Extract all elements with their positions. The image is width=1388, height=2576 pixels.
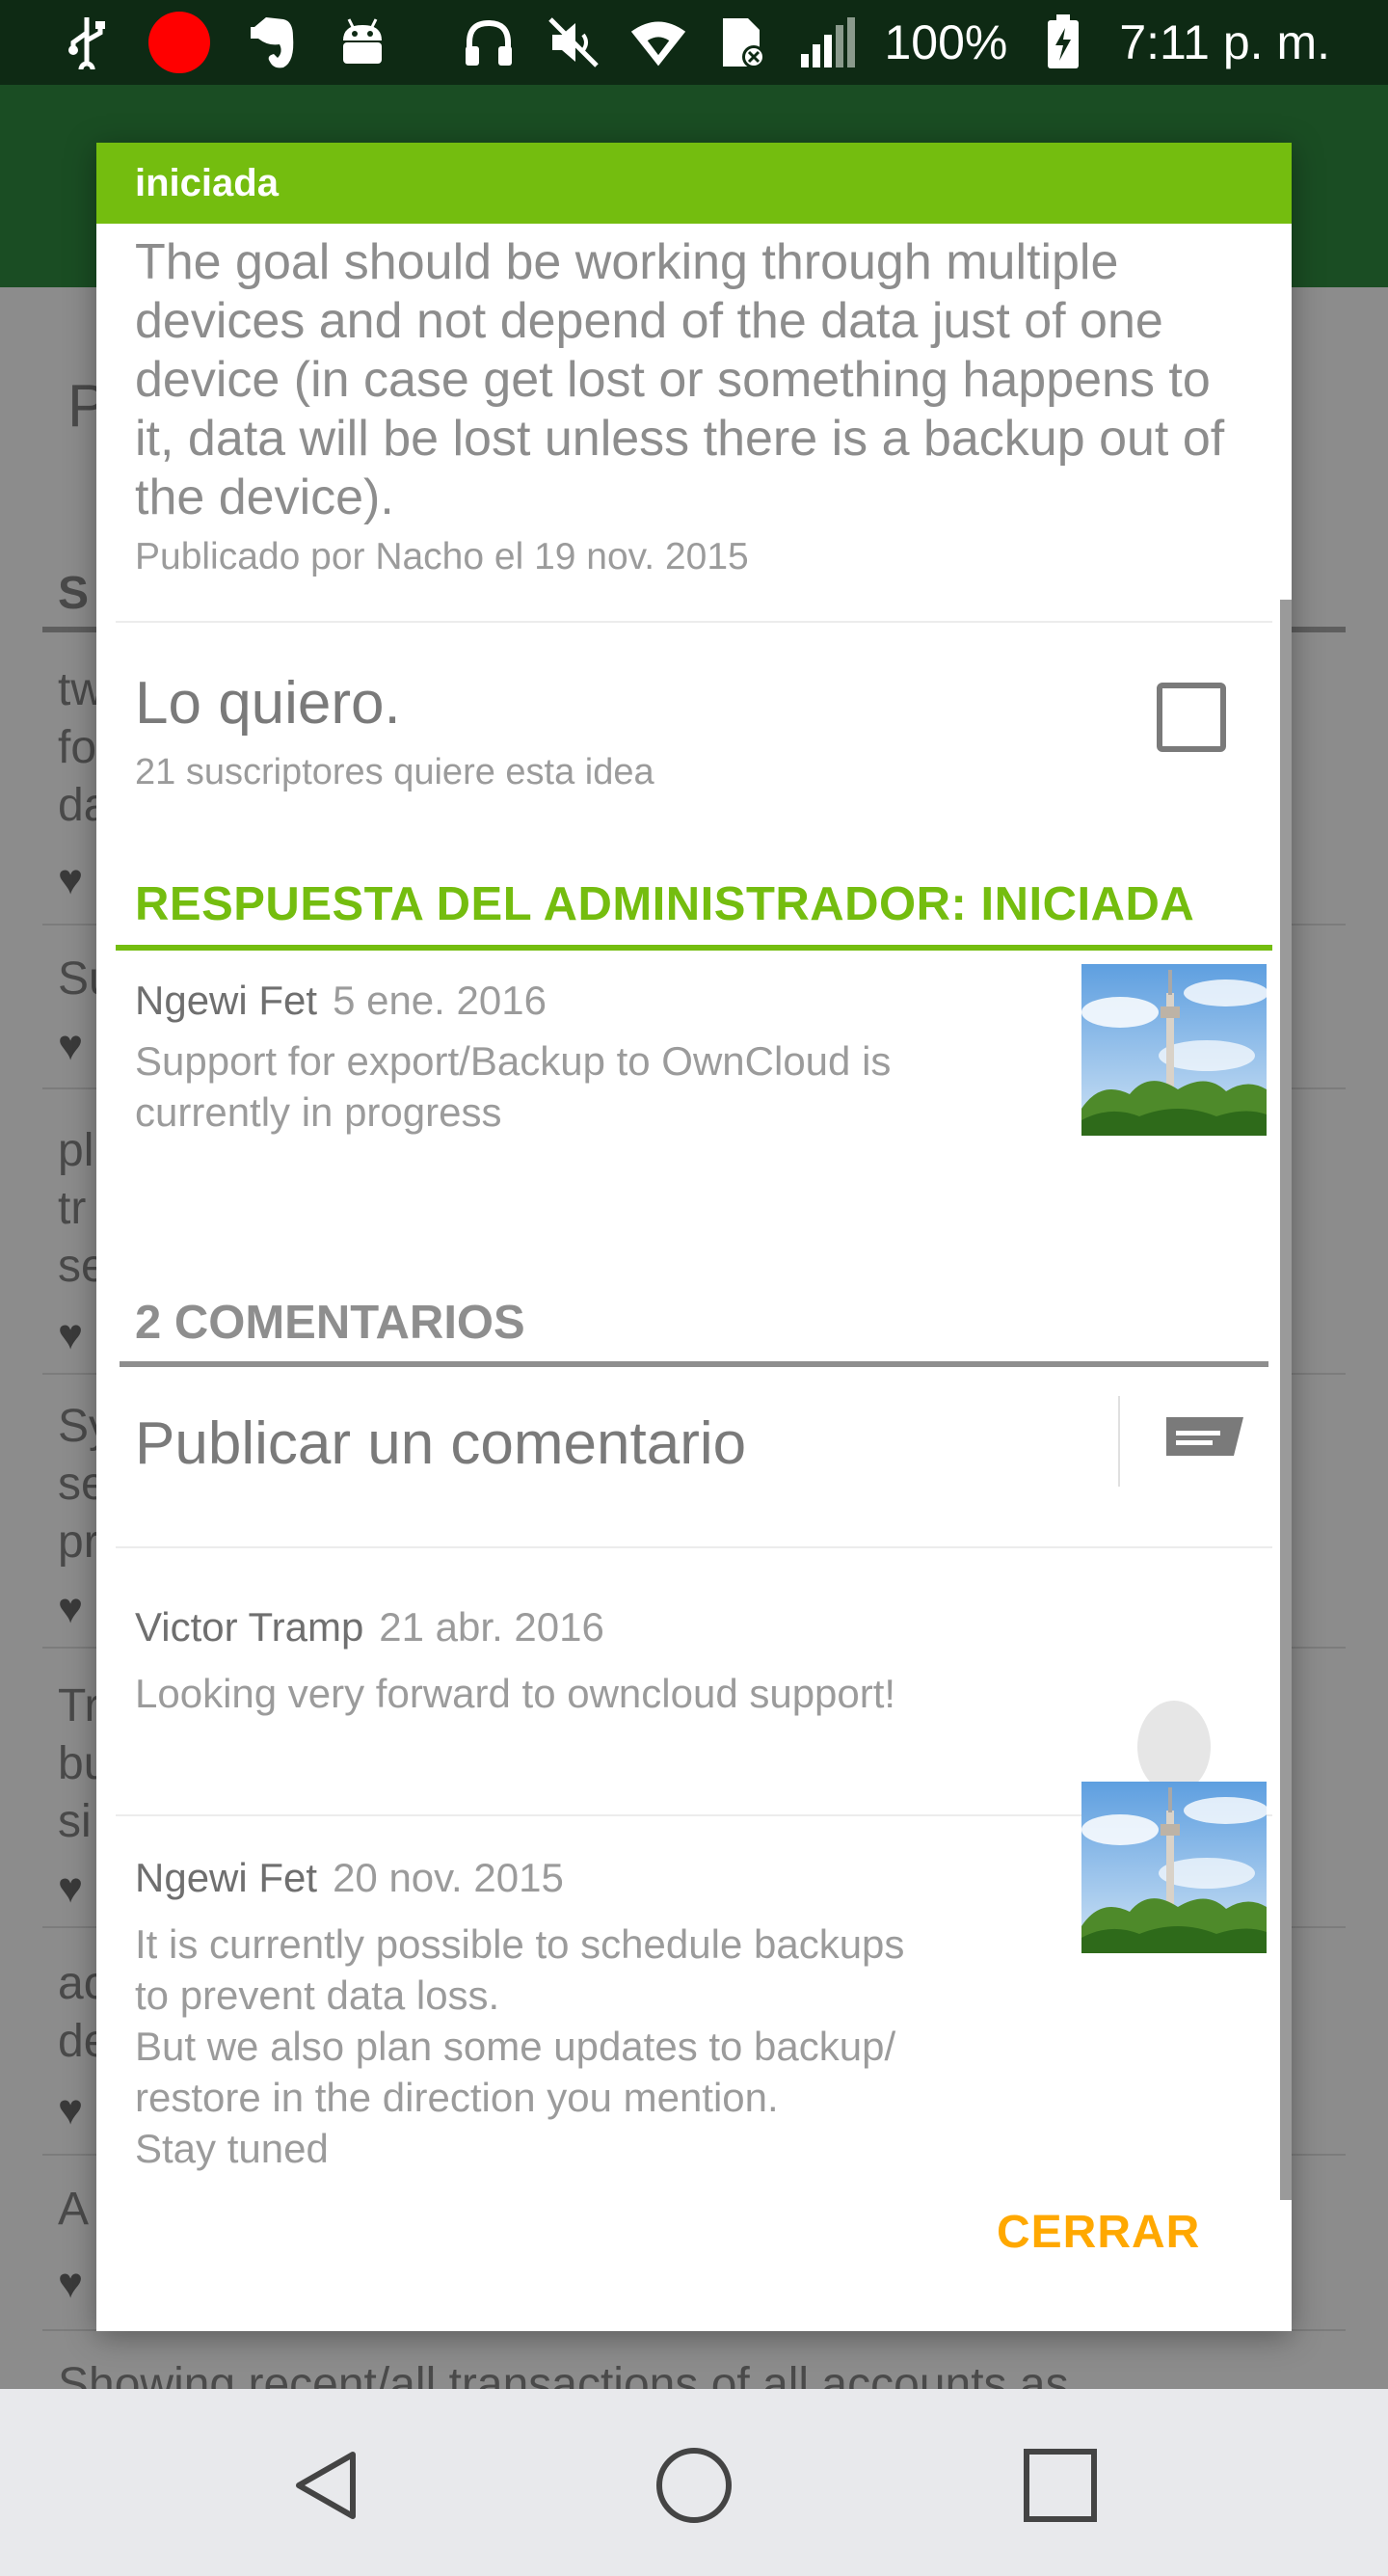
want-subtitle: 21 suscriptores quiere esta idea bbox=[135, 752, 654, 792]
comment-icon[interactable] bbox=[1166, 1417, 1243, 1465]
heart-icon: ♥ bbox=[58, 2086, 84, 2133]
wifi-icon bbox=[629, 13, 687, 71]
clock: 7:11 p. m. bbox=[1119, 15, 1330, 69]
heart-icon: ♥ bbox=[58, 1585, 84, 1632]
back-icon bbox=[296, 2452, 356, 2519]
record-icon bbox=[148, 12, 210, 73]
comment-line: Stay tuned bbox=[135, 2126, 329, 2171]
comment-date: 5 ene. 2016 bbox=[333, 978, 547, 1023]
dialog-scroll-area[interactable]: The goal should be working through multi… bbox=[96, 224, 1292, 2210]
home-button[interactable] bbox=[646, 2437, 742, 2534]
recents-button[interactable] bbox=[1012, 2437, 1108, 2534]
battery-charging-icon bbox=[1034, 13, 1092, 71]
signal-icon bbox=[799, 13, 857, 71]
comments-rule bbox=[120, 1361, 1268, 1367]
bg-letter: A bbox=[58, 2184, 90, 2235]
navigation-bar bbox=[0, 2389, 1388, 2576]
comments-heading: 2 COMENTARIOS bbox=[135, 1297, 525, 1349]
status-bar: 100% 7:11 p. m. bbox=[0, 0, 1388, 85]
heart-icon: ♥ bbox=[58, 1311, 84, 1358]
post-comment-row[interactable]: Publicar un comentario bbox=[116, 1377, 1272, 1512]
author-name: Ngewi Fet bbox=[135, 978, 318, 1023]
want-title: Lo quiero. bbox=[135, 670, 401, 737]
bg-letter: si bbox=[58, 1796, 92, 1847]
comment-body: It is currently possible to schedule bac… bbox=[135, 1919, 1041, 2174]
admin-response-body: Support for export/Backup to OwnCloud is… bbox=[135, 1038, 892, 1135]
admin-response-rule bbox=[116, 945, 1272, 951]
bg-letter: tr bbox=[58, 1183, 87, 1234]
author-name: Victor Tramp bbox=[135, 1604, 364, 1650]
bg-letter: Tr bbox=[58, 1680, 100, 1731]
comment-date: 20 nov. 2015 bbox=[333, 1855, 564, 1900]
mute-icon bbox=[545, 13, 602, 71]
notification-icons bbox=[58, 12, 391, 73]
bg-bottom-text: Showing recent/all transactions of all a… bbox=[58, 2359, 1069, 2389]
headphones-icon bbox=[460, 13, 518, 71]
want-checkbox[interactable] bbox=[1157, 683, 1226, 752]
bg-letter: pl bbox=[58, 1125, 94, 1176]
close-button[interactable]: CERRAR bbox=[997, 2206, 1200, 2259]
comment-line: to prevent data loss. bbox=[135, 1972, 500, 2018]
comment-line: Looking very forward to owncloud support… bbox=[135, 1671, 896, 1716]
heart-icon: ♥ bbox=[58, 1865, 84, 1912]
battery-text: 100% bbox=[884, 15, 1008, 69]
idea-dialog: iniciada The goal should be working thro… bbox=[96, 143, 1292, 2331]
usb-icon bbox=[58, 13, 116, 71]
bg-letter: fo bbox=[58, 722, 97, 773]
heart-icon: ♥ bbox=[58, 1022, 84, 1069]
home-icon bbox=[656, 2448, 732, 2523]
system-icons: 100% 7:11 p. m. bbox=[460, 13, 1330, 71]
back-button[interactable] bbox=[280, 2437, 376, 2534]
comment-line: restore in the direction you mention. bbox=[135, 2075, 779, 2120]
post-comment-separator bbox=[1118, 1396, 1120, 1487]
idea-description: The goal should be working through multi… bbox=[135, 234, 1225, 525]
author-avatar[interactable] bbox=[1081, 1782, 1267, 1953]
comment-body: Looking very forward to owncloud support… bbox=[135, 1668, 1041, 1719]
heart-icon: ♥ bbox=[58, 856, 84, 903]
author-name: Ngewi Fet bbox=[135, 1855, 318, 1900]
comment-author-line: Victor Tramp 21 abr. 2016 bbox=[135, 1604, 604, 1650]
author-avatar[interactable] bbox=[1081, 964, 1267, 1136]
dialog-header: iniciada bbox=[96, 143, 1292, 224]
scrollbar[interactable] bbox=[1280, 600, 1292, 2200]
divider bbox=[116, 1546, 1272, 1548]
idea-meta: Publicado por Nacho el 19 nov. 2015 bbox=[135, 536, 749, 577]
bg-letter: pr bbox=[58, 1516, 99, 1568]
comment-line: It is currently possible to schedule bac… bbox=[135, 1921, 905, 1967]
sim-icon bbox=[714, 13, 772, 71]
comment-date: 21 abr. 2016 bbox=[379, 1604, 604, 1650]
divider bbox=[116, 621, 1272, 623]
android-icon bbox=[334, 13, 391, 71]
evernote-icon bbox=[243, 13, 301, 71]
heart-icon: ♥ bbox=[58, 2260, 84, 2307]
post-comment-label: Publicar un comentario bbox=[135, 1410, 747, 1477]
admin-response-author: Ngewi Fet 5 ene. 2016 bbox=[135, 978, 547, 1024]
comment-line: But we also plan some updates to backup/ bbox=[135, 2024, 896, 2069]
comment-author-line: Ngewi Fet 20 nov. 2015 bbox=[135, 1855, 564, 1901]
recents-icon bbox=[1024, 2449, 1097, 2522]
admin-response-heading: RESPUESTA DEL ADMINISTRADOR: INICIADA bbox=[135, 878, 1195, 930]
bg-letter: S bbox=[58, 568, 90, 619]
